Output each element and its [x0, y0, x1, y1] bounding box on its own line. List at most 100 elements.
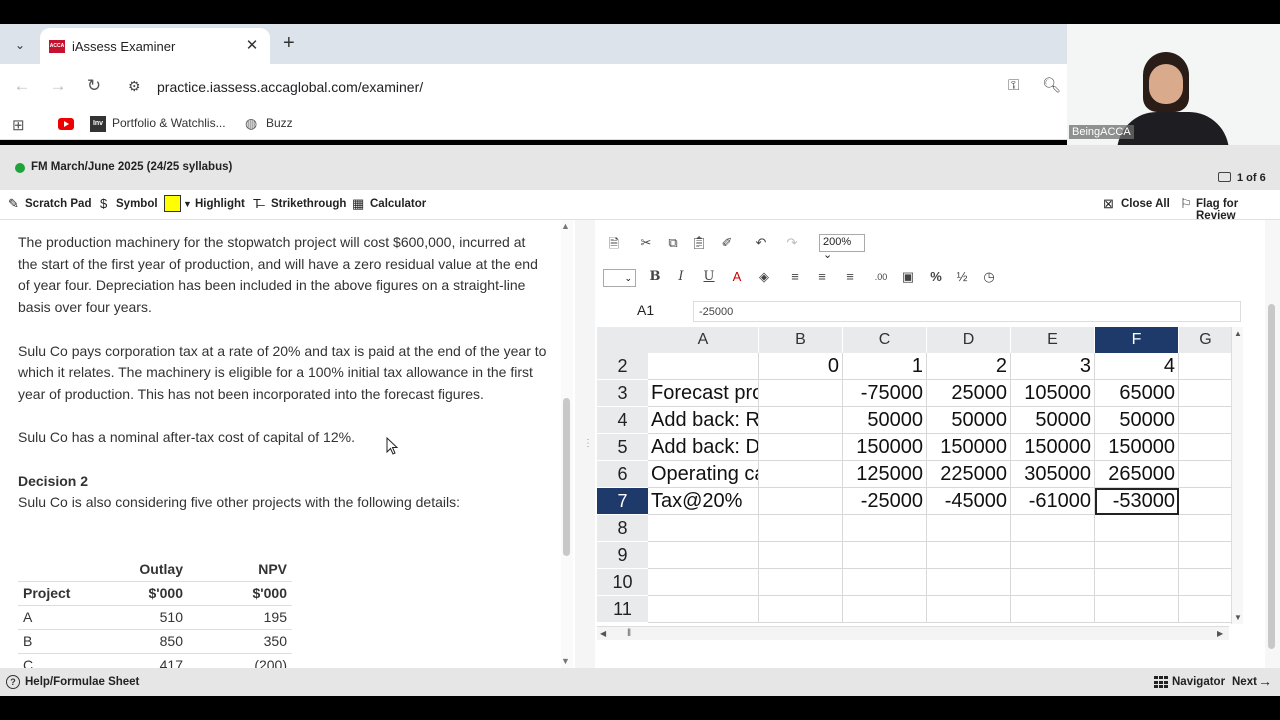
close-all-button[interactable]: Close All	[1121, 198, 1170, 210]
grid-vertical-scrollbar[interactable]: ▲ ▼	[1231, 327, 1243, 624]
cell-c4[interactable]: 50000	[843, 407, 927, 434]
scroll-up-arrow-icon[interactable]: ▲	[561, 221, 570, 231]
row-header-8[interactable]: 8	[597, 515, 648, 542]
new-tab-plus-icon[interactable]: +	[283, 32, 295, 54]
cell-g10[interactable]	[1179, 569, 1233, 596]
currency-format-icon[interactable]: ▣	[899, 269, 917, 285]
scroll-down-arrow-icon[interactable]: ▼	[561, 656, 570, 666]
cell-c2[interactable]: 1	[843, 353, 927, 380]
row-header-7[interactable]: 7	[597, 488, 648, 515]
grid-scroll-right-icon[interactable]: ▶	[1217, 629, 1223, 638]
paste-icon[interactable]: 📋︎	[690, 235, 708, 251]
bold-icon[interactable]: B	[646, 269, 664, 284]
grid-scroll-thumb[interactable]: ‖	[627, 628, 631, 639]
cell-g9[interactable]	[1179, 542, 1233, 569]
address-bar[interactable]: ⚙ practice.iassess.accaglobal.com/examin…	[120, 71, 1070, 103]
cell-d7[interactable]: -45000	[927, 488, 1011, 515]
cell-a5[interactable]: Add back: Dep	[648, 434, 759, 461]
forward-arrow-icon[interactable]: →	[46, 76, 70, 96]
row-header-4[interactable]: 4	[597, 407, 648, 434]
cell-d2[interactable]: 2	[927, 353, 1011, 380]
highlight-button[interactable]: Highlight	[195, 198, 245, 210]
flag-icon[interactable]: ⚐	[1180, 196, 1192, 212]
cell-f7[interactable]: -53000	[1095, 488, 1179, 515]
cell-f6[interactable]: 265000	[1095, 461, 1179, 488]
cell-f9[interactable]	[1095, 542, 1179, 569]
cell-a2[interactable]	[648, 353, 759, 380]
cell-e3[interactable]: 105000	[1011, 380, 1095, 407]
tab-search-chevron-icon[interactable]: ⌄	[8, 33, 32, 57]
column-header-f[interactable]: F	[1095, 327, 1179, 353]
cell-f8[interactable]	[1095, 515, 1179, 542]
cell-g2[interactable]	[1179, 353, 1233, 380]
cell-b7[interactable]	[759, 488, 843, 515]
calculator-button[interactable]: Calculator	[370, 198, 426, 210]
cut-icon[interactable]: ✂	[637, 235, 655, 251]
cell-g6[interactable]	[1179, 461, 1233, 488]
cell-e2[interactable]: 3	[1011, 353, 1095, 380]
cell-f5[interactable]: 150000	[1095, 434, 1179, 461]
row-header-3[interactable]: 3	[597, 380, 648, 407]
row-header-2[interactable]: 2	[597, 353, 648, 380]
cell-b3[interactable]	[759, 380, 843, 407]
cell-d9[interactable]	[927, 542, 1011, 569]
column-header-d[interactable]: D	[927, 327, 1011, 353]
cell-b10[interactable]	[759, 569, 843, 596]
close-all-icon[interactable]: ⊠	[1103, 196, 1114, 212]
cell-a8[interactable]	[648, 515, 759, 542]
next-arrow-icon[interactable]: →	[1258, 673, 1272, 689]
cell-a10[interactable]	[648, 569, 759, 596]
cell-c3[interactable]: -75000	[843, 380, 927, 407]
copy-icon[interactable]: ⧉	[664, 235, 682, 251]
pane-splitter[interactable]: ⋮	[575, 220, 595, 668]
format-painter-icon[interactable]: ✐	[718, 235, 736, 251]
apps-grid-icon[interactable]: ⊞	[12, 116, 25, 134]
grid-scroll-up-icon[interactable]: ▲	[1234, 329, 1242, 338]
cell-b11[interactable]	[759, 596, 843, 623]
back-arrow-icon[interactable]: ←	[10, 76, 34, 96]
cell-d5[interactable]: 150000	[927, 434, 1011, 461]
scratch-pad-button[interactable]: Scratch Pad	[25, 198, 91, 210]
italic-icon[interactable]: I	[672, 269, 690, 284]
row-header-10[interactable]: 10	[597, 569, 648, 596]
cell-e8[interactable]	[1011, 515, 1095, 542]
cell-e4[interactable]: 50000	[1011, 407, 1095, 434]
cell-b6[interactable]	[759, 461, 843, 488]
navigator-grid-icon[interactable]	[1154, 676, 1168, 689]
cell-g8[interactable]	[1179, 515, 1233, 542]
cell-f2[interactable]: 4	[1095, 353, 1179, 380]
underline-icon[interactable]: U	[700, 269, 718, 284]
pencil-icon[interactable]: ✎	[8, 196, 19, 212]
cell-c11[interactable]	[843, 596, 927, 623]
cell-f10[interactable]	[1095, 569, 1179, 596]
site-settings-icon[interactable]: ⚙	[128, 78, 141, 95]
cell-c8[interactable]	[843, 515, 927, 542]
cell-f11[interactable]	[1095, 596, 1179, 623]
fraction-format-icon[interactable]: ½	[953, 269, 971, 284]
cell-a9[interactable]	[648, 542, 759, 569]
cell-e6[interactable]: 305000	[1011, 461, 1095, 488]
cell-e10[interactable]	[1011, 569, 1095, 596]
cell-a11[interactable]	[648, 596, 759, 623]
password-key-icon[interactable]: ⚿	[1008, 77, 1019, 94]
cell-g3[interactable]	[1179, 380, 1233, 407]
redo-icon[interactable]: ↷	[783, 235, 801, 251]
cell-e9[interactable]	[1011, 542, 1095, 569]
close-tab-icon[interactable]: ✕	[242, 36, 262, 54]
align-left-icon[interactable]: ≡	[786, 269, 804, 284]
cell-g5[interactable]	[1179, 434, 1233, 461]
bookmark-portfolio[interactable]: Portfolio & Watchlis...	[112, 116, 226, 130]
column-header-b[interactable]: B	[759, 327, 843, 353]
row-header-9[interactable]: 9	[597, 542, 648, 569]
cell-d6[interactable]: 225000	[927, 461, 1011, 488]
cell-a7[interactable]: Tax@20%	[648, 488, 759, 515]
zoom-magnifier-icon[interactable]: 🔍︎	[1042, 76, 1061, 94]
highlight-color-swatch[interactable]	[164, 195, 181, 212]
next-button[interactable]: Next	[1232, 676, 1257, 688]
strikethrough-button[interactable]: Strikethrough	[271, 198, 346, 210]
cell-g7[interactable]	[1179, 488, 1233, 515]
number-format-select[interactable]: ⌄	[603, 269, 636, 287]
cell-d4[interactable]: 50000	[927, 407, 1011, 434]
cell-c9[interactable]	[843, 542, 927, 569]
decimal-places-icon[interactable]: .00	[872, 272, 890, 282]
